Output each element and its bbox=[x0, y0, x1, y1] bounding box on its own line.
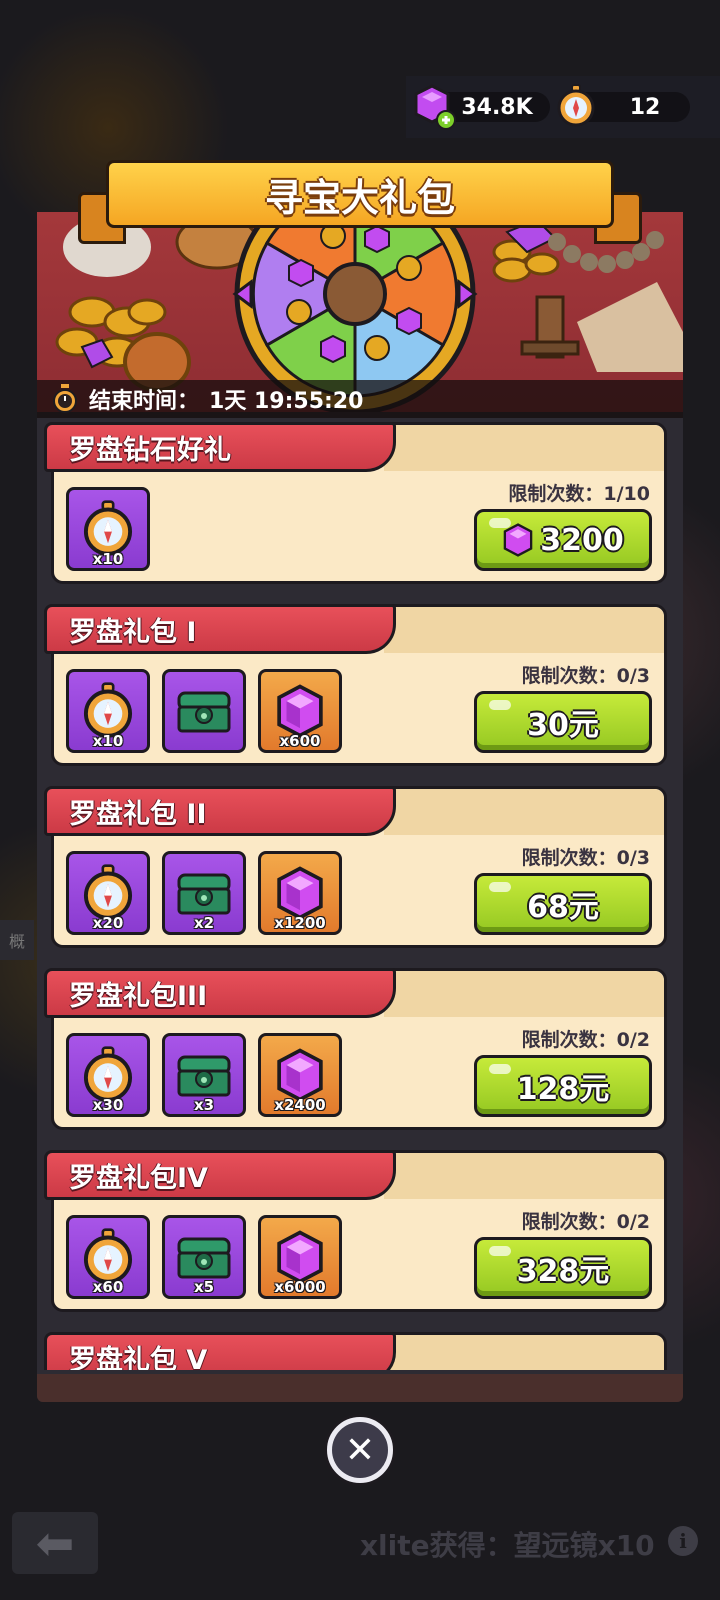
reward-item-compass[interactable]: x30 bbox=[66, 1033, 150, 1117]
buy-button[interactable]: 3200 bbox=[474, 509, 652, 571]
header-strip bbox=[384, 789, 664, 835]
reward-item-compass[interactable]: x60 bbox=[66, 1215, 150, 1299]
reward-count: x1200 bbox=[274, 914, 326, 932]
button-shine bbox=[489, 882, 511, 892]
pack-title: 罗盘礼包 II bbox=[44, 786, 396, 836]
gem-currency[interactable]: 34.8K bbox=[414, 84, 550, 130]
buy-button[interactable]: 328元 bbox=[474, 1237, 652, 1299]
reward-count: x20 bbox=[92, 914, 124, 932]
gem-plus-icon bbox=[414, 84, 456, 130]
countdown-bar: 结束时间： 1天 19:55:20 bbox=[37, 380, 683, 418]
reward-item-compass[interactable]: x20 bbox=[66, 851, 150, 935]
price-label: 30元 bbox=[527, 708, 599, 743]
buy-button[interactable]: 128元 bbox=[474, 1055, 652, 1117]
reward-item-compass[interactable]: x10 bbox=[66, 669, 150, 753]
compass-currency[interactable]: 12 bbox=[557, 84, 690, 127]
treasure-chest-icon bbox=[177, 873, 231, 915]
reward-items: x30 x3 x2400 bbox=[66, 1033, 342, 1117]
button-shine bbox=[489, 1064, 511, 1074]
header-strip bbox=[384, 1335, 664, 1370]
back-button[interactable]: ⬅ bbox=[12, 1512, 98, 1574]
reward-ticker: xlite获得：望远镜x10 bbox=[360, 1529, 655, 1562]
pack-card: 罗盘礼包 V bbox=[44, 1332, 667, 1370]
treasure-chest-icon bbox=[177, 691, 231, 733]
price-label: 68元 bbox=[527, 890, 599, 925]
header-strip bbox=[384, 425, 664, 471]
pack-list[interactable]: 罗盘钻石好礼 x10 限制次数：1/10 3200 罗盘礼包 I x10 x600 限制次数：… bbox=[37, 420, 683, 1370]
pack-card: 罗盘礼包 II x20 x2 x1200 限制次数：0/3 68元 bbox=[44, 786, 667, 948]
reward-count: x5 bbox=[193, 1278, 215, 1296]
button-shine bbox=[489, 518, 511, 528]
pack-title: 罗盘礼包 V bbox=[44, 1332, 396, 1370]
pack-title: 罗盘礼包IV bbox=[44, 1150, 396, 1200]
price-label: 328元 bbox=[516, 1254, 610, 1289]
reward-items: x10 x600 bbox=[66, 669, 342, 753]
reward-count: x2400 bbox=[274, 1096, 326, 1114]
button-shine bbox=[489, 700, 511, 710]
purchase-limit: 限制次数：1/10 bbox=[508, 483, 650, 505]
reward-item-chest[interactable]: x2 bbox=[162, 851, 246, 935]
reward-count: x3 bbox=[193, 1096, 215, 1114]
countdown-value: 1天 19:55:20 bbox=[209, 389, 364, 414]
header-strip bbox=[384, 1153, 664, 1199]
reward-count: x60 bbox=[92, 1278, 124, 1296]
header-strip bbox=[384, 971, 664, 1017]
reward-count: x600 bbox=[279, 732, 321, 750]
gem-icon bbox=[277, 684, 323, 738]
reward-item-gem[interactable]: x600 bbox=[258, 669, 342, 753]
reward-item-compass[interactable]: x10 bbox=[66, 487, 150, 571]
reward-item-chest[interactable] bbox=[162, 669, 246, 753]
reward-count: x10 bbox=[92, 550, 124, 568]
info-icon[interactable]: i bbox=[668, 1526, 698, 1556]
reward-item-gem[interactable]: x6000 bbox=[258, 1215, 342, 1299]
reward-item-gem[interactable]: x1200 bbox=[258, 851, 342, 935]
compass-icon bbox=[557, 84, 595, 127]
panel-bottom-edge bbox=[37, 1374, 683, 1402]
countdown-label: 结束时间： bbox=[89, 389, 200, 414]
reward-items: x60 x5 x6000 bbox=[66, 1215, 342, 1299]
treasure-chest-icon bbox=[177, 1237, 231, 1279]
buy-button[interactable]: 30元 bbox=[474, 691, 652, 753]
close-button[interactable]: ✕ bbox=[324, 1414, 396, 1486]
header-strip bbox=[384, 607, 664, 653]
gem-icon bbox=[503, 523, 533, 557]
pack-card: 罗盘钻石好礼 x10 限制次数：1/10 3200 bbox=[44, 422, 667, 584]
reward-count: x6000 bbox=[274, 1278, 326, 1296]
stopwatch-icon bbox=[53, 384, 77, 413]
gem-icon bbox=[277, 1048, 323, 1102]
close-icon: ✕ bbox=[332, 1422, 388, 1478]
gem-icon bbox=[277, 866, 323, 920]
pack-card: 罗盘礼包III x30 x3 x2400 限制次数：0/2 128元 bbox=[44, 968, 667, 1130]
pack-title: 罗盘礼包III bbox=[44, 968, 396, 1018]
purchase-limit: 限制次数：0/3 bbox=[521, 847, 650, 869]
back-arrow-icon: ⬅ bbox=[35, 1516, 75, 1570]
pack-card: 罗盘礼包 I x10 x600 限制次数：0/3 30元 bbox=[44, 604, 667, 766]
pack-title: 罗盘礼包 I bbox=[44, 604, 396, 654]
purchase-limit: 限制次数：0/3 bbox=[521, 665, 650, 687]
gem-icon bbox=[277, 1230, 323, 1284]
pack-card: 罗盘礼包IV x60 x5 x6000 限制次数：0/2 328元 bbox=[44, 1150, 667, 1312]
reward-items: x20 x2 x1200 bbox=[66, 851, 342, 935]
reward-item-chest[interactable]: x5 bbox=[162, 1215, 246, 1299]
page-title: 寻宝大礼包 bbox=[106, 160, 614, 228]
reward-count: x2 bbox=[193, 914, 215, 932]
reward-count: x30 bbox=[92, 1096, 124, 1114]
reward-items: x10 bbox=[66, 487, 150, 571]
currency-bar: 34.8K 12 bbox=[406, 76, 720, 138]
treasure-chest-icon bbox=[177, 1055, 231, 1097]
reward-item-chest[interactable]: x3 bbox=[162, 1033, 246, 1117]
price-label: 128元 bbox=[516, 1072, 610, 1107]
price-label: 3200 bbox=[540, 522, 624, 558]
purchase-limit: 限制次数：0/2 bbox=[521, 1211, 650, 1233]
reward-count: x10 bbox=[92, 732, 124, 750]
side-tab[interactable]: 概 bbox=[0, 920, 34, 960]
button-shine bbox=[489, 1246, 511, 1256]
buy-button[interactable]: 68元 bbox=[474, 873, 652, 935]
reward-item-gem[interactable]: x2400 bbox=[258, 1033, 342, 1117]
purchase-limit: 限制次数：0/2 bbox=[521, 1029, 650, 1051]
pack-title: 罗盘钻石好礼 bbox=[44, 422, 396, 472]
